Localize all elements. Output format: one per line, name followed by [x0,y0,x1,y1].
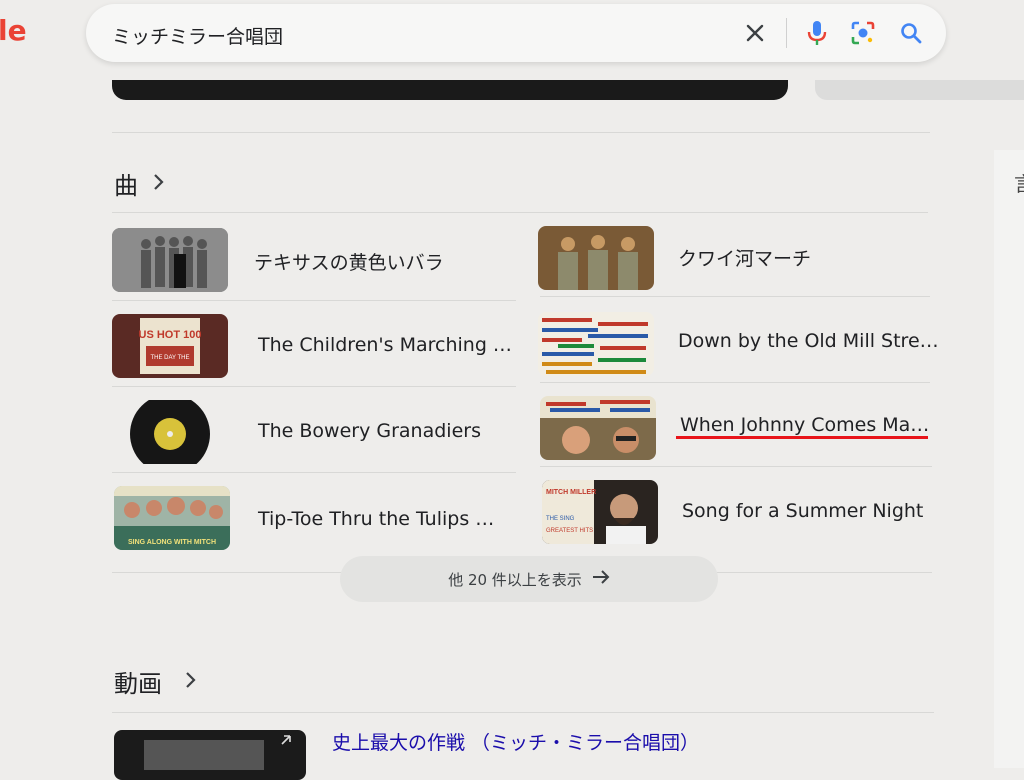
divider [112,712,934,713]
divider [540,382,930,383]
album-cover-song-list-icon [538,312,654,376]
divider [112,300,516,301]
song-title[interactable]: Down by the Old Mill Stre… [678,330,939,352]
search-bar[interactable]: ミッチミラー合唱団 [86,4,946,62]
album-cover-group-photo-icon [112,228,228,292]
show-more-button[interactable]: 他 20 件以上を表示 [340,556,718,602]
song-item[interactable]: The Bowery Granadiers [112,400,516,478]
clear-icon[interactable] [740,18,770,48]
svg-text:MITCH MILLER: MITCH MILLER [546,489,596,496]
song-item[interactable]: When Johnny Comes Ma… [540,396,932,474]
song-title[interactable]: Song for a Summer Night [682,500,923,522]
song-item[interactable]: US HOT 100 THE DAY THE The Children's Ma… [112,314,516,392]
show-more-label: 他 20 件以上を表示 [448,570,582,589]
arrow-right-icon [592,570,610,588]
song-title[interactable]: クワイ河マーチ [678,244,811,271]
svg-text:THE DAY THE: THE DAY THE [150,355,189,361]
search-icon[interactable] [896,18,926,48]
svg-text:THE SING: THE SING [546,516,575,522]
divider [540,296,930,297]
album-cover-portrait-icon: MITCH MILLER THE SING GREATEST HITS [542,480,658,544]
song-item[interactable]: MITCH MILLER THE SING GREATEST HITS Song… [542,480,934,558]
right-panel-fragment: 言 [1014,168,1024,197]
song-item[interactable]: テキサスの黄色いバラ [112,228,516,306]
song-title[interactable]: When Johnny Comes Ma… [680,414,929,436]
song-item[interactable]: Down by the Old Mill Stre… [538,312,939,390]
divider [112,132,930,133]
song-title[interactable]: Tip-Toe Thru the Tulips … [258,508,494,530]
vinyl-record-icon [112,400,228,464]
highlight-underline [676,436,928,439]
videos-section-title[interactable]: 動画 [114,664,162,699]
divider [540,466,932,467]
search-divider [786,18,787,48]
video-title-link[interactable]: 史上最大の作戦 （ミッチ・ミラー合唱団） [332,728,699,755]
divider [112,472,516,473]
previous-section-image [112,80,788,100]
song-title[interactable]: The Bowery Granadiers [258,420,481,442]
songs-section-title[interactable]: 曲 [114,166,138,201]
camera-lens-icon[interactable] [848,18,878,48]
album-cover-us-hot-100-icon: US HOT 100 THE DAY THE [112,314,228,378]
svg-text:US HOT 100: US HOT 100 [139,329,202,341]
divider [112,212,928,213]
right-panel-edge [994,150,1024,768]
previous-section-card [815,80,1024,100]
google-logo-fragment[interactable]: le [0,14,27,47]
search-input[interactable]: ミッチミラー合唱団 [112,22,283,49]
microphone-icon[interactable] [802,18,832,48]
song-item[interactable]: SING ALONG WITH MITCH Tip-Toe Thru the T… [114,486,518,564]
album-cover-soldiers-icon [538,226,654,290]
chevron-right-icon[interactable] [184,670,198,696]
song-item[interactable]: クワイ河マーチ [538,226,930,304]
svg-text:GREATEST HITS: GREATEST HITS [546,528,593,534]
video-thumbnail[interactable] [114,730,306,780]
song-title[interactable]: The Children's Marching … [258,334,512,356]
svg-text:SING ALONG WITH MITCH: SING ALONG WITH MITCH [128,539,216,546]
album-cover-sing-along-icon: SING ALONG WITH MITCH [114,486,230,550]
chevron-right-icon[interactable] [152,172,166,198]
album-cover-singers-icon [540,396,656,460]
divider [112,386,516,387]
song-title[interactable]: テキサスの黄色いバラ [254,248,444,275]
